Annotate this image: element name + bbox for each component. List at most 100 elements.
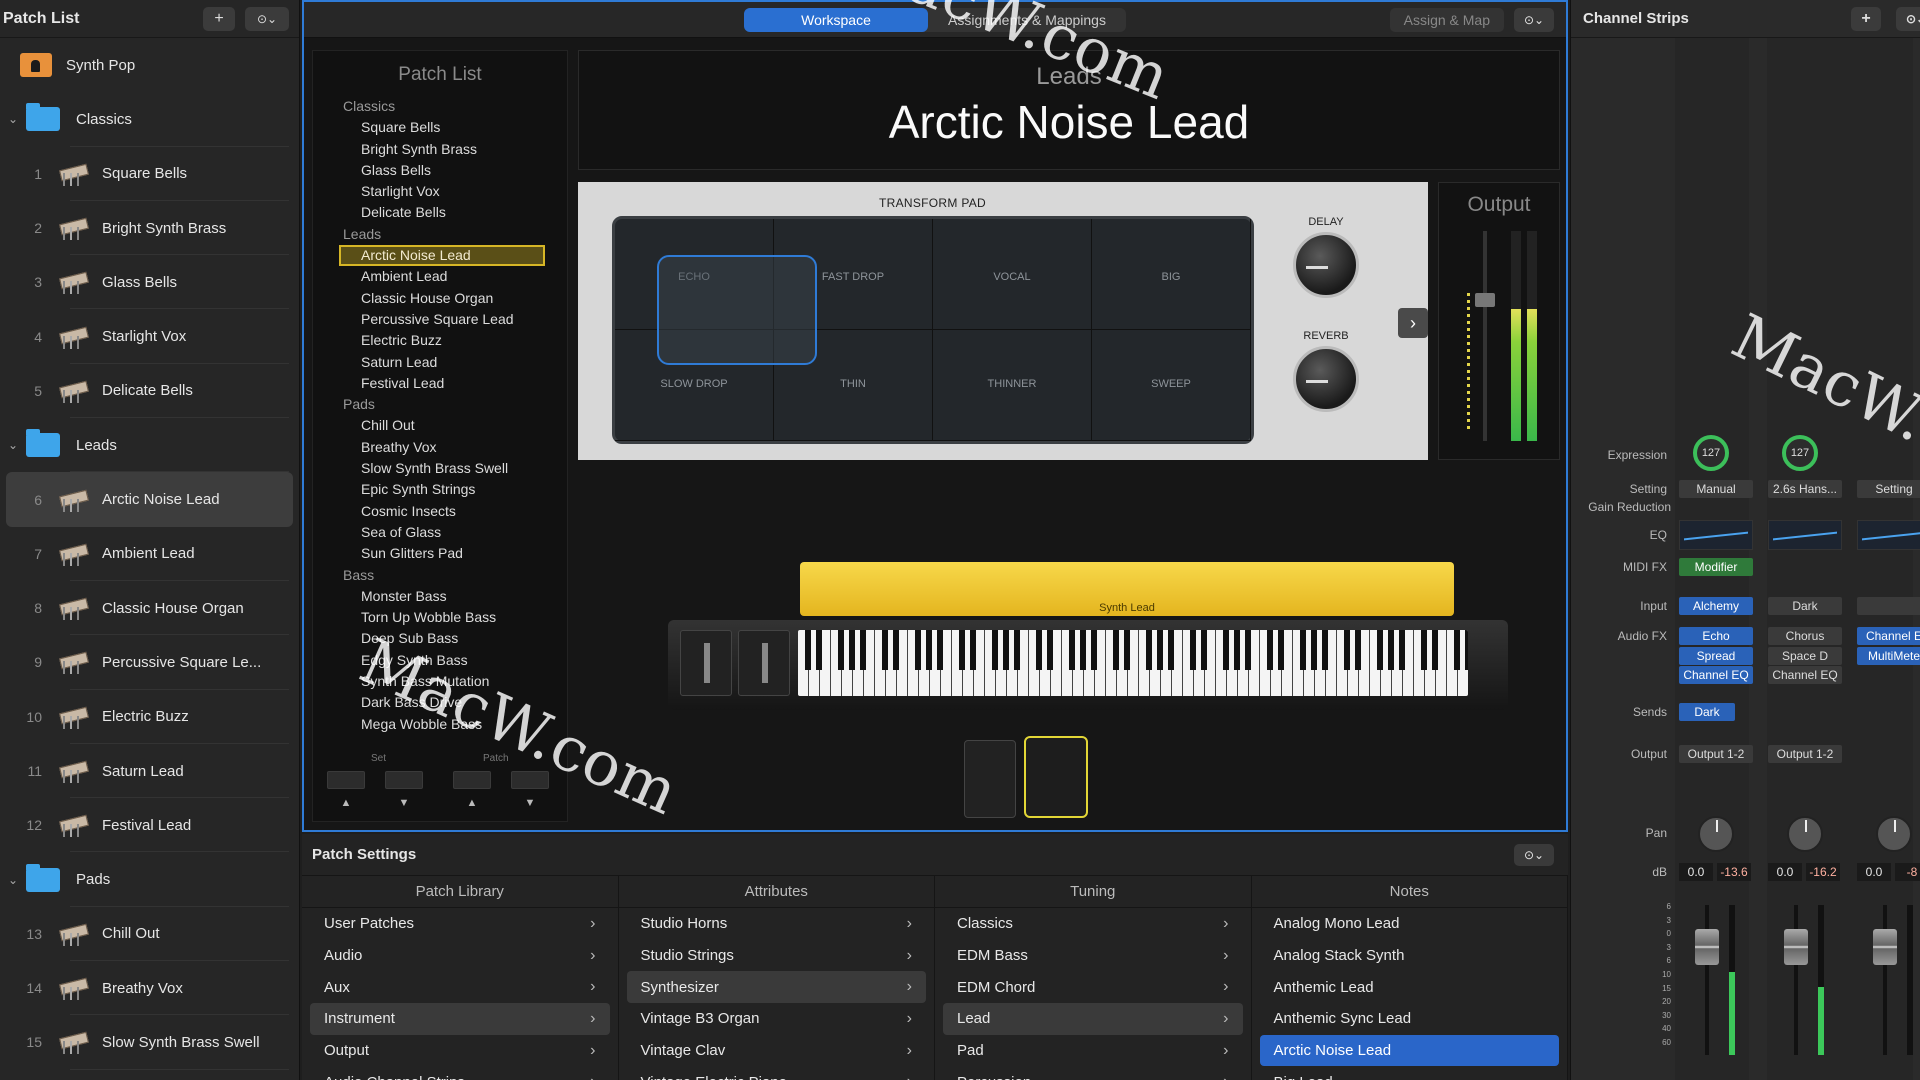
column-item[interactable]: Arctic Noise Lead xyxy=(1259,1034,1559,1067)
column-item[interactable]: Vintage B3 Organ › xyxy=(627,1003,927,1035)
patch-list-item[interactable]: Dark Bass Drive xyxy=(313,692,567,713)
audio-fx-slot[interactable]: MultiMete xyxy=(1857,646,1920,665)
sidebar-patch-item[interactable]: 1 Square Bells xyxy=(0,147,299,201)
sidebar-folder-pads[interactable]: ⌄ Pads xyxy=(0,852,299,907)
sidebar-patch-item[interactable]: 4 Starlight Vox xyxy=(0,309,299,364)
sidebar-patch-item[interactable]: 7 Ambient Lead xyxy=(0,527,299,581)
patch-list-item[interactable]: Torn Up Wobble Bass xyxy=(313,607,567,628)
next-controls-button[interactable]: › xyxy=(1398,308,1428,338)
column-item[interactable]: Audio › xyxy=(310,940,610,972)
patch-list-item[interactable]: Classic House Organ xyxy=(313,288,567,309)
volume-fader-track[interactable] xyxy=(1705,905,1709,1055)
transform-pad[interactable]: ECHO FAST DROP VOCAL BIG SLOW DROP THIN … xyxy=(612,216,1254,444)
setting-button[interactable]: Manual xyxy=(1679,480,1753,498)
patch-list-item[interactable]: Electric Buzz xyxy=(313,330,567,351)
patch-settings-more-button[interactable]: ⊙⌄ xyxy=(1514,844,1554,866)
patch-list-item[interactable]: Mega Wobble Bass xyxy=(313,714,567,735)
sidebar-patch-item[interactable]: 6 Arctic Noise Lead xyxy=(6,472,293,527)
column-item[interactable]: Pad › xyxy=(943,1035,1243,1067)
expression-knob[interactable]: 127 xyxy=(1782,435,1818,471)
pad-cell[interactable]: SWEEP xyxy=(1092,330,1251,441)
reverb-knob[interactable] xyxy=(1293,346,1359,412)
column-item[interactable]: User Patches › xyxy=(310,908,610,940)
column-item[interactable]: Synthesizer › xyxy=(626,971,926,1004)
column-item[interactable]: Anthemic Lead xyxy=(1260,971,1560,1003)
patch-list-item[interactable]: Deep Sub Bass xyxy=(313,628,567,649)
column-item[interactable]: EDM Bass › xyxy=(943,940,1243,972)
expression-pedal[interactable] xyxy=(1024,736,1088,818)
output-fader[interactable] xyxy=(1475,231,1495,441)
patch-list-item[interactable]: Saturn Lead xyxy=(313,352,567,373)
channel-strips-more-button[interactable]: ⊙⌄ xyxy=(1896,7,1920,31)
column-item[interactable]: Output › xyxy=(310,1035,610,1067)
delay-knob[interactable] xyxy=(1293,232,1359,298)
pad-cell[interactable]: BIG xyxy=(1092,219,1251,330)
add-patch-button[interactable]: + xyxy=(203,6,235,31)
eq-display[interactable] xyxy=(1857,520,1920,550)
set-next-button[interactable] xyxy=(385,771,423,789)
patch-list-item[interactable]: Chill Out xyxy=(313,415,567,436)
column-item[interactable]: Instrument › xyxy=(310,1003,610,1035)
patch-list-item[interactable]: Ambient Lead xyxy=(313,266,567,287)
set-up-arrow[interactable]: ▲ xyxy=(327,797,365,809)
audio-fx-slot[interactable]: Spread xyxy=(1679,646,1753,665)
output-slot[interactable]: Output 1-2 xyxy=(1679,745,1753,763)
column-item[interactable]: Classics › xyxy=(943,908,1243,940)
chevron-down-icon[interactable]: ⌄ xyxy=(0,438,26,452)
sidebar-patch-item[interactable]: 12 Festival Lead xyxy=(0,798,299,853)
pan-knob[interactable] xyxy=(1876,816,1912,852)
patch-list-item[interactable]: Sun Glitters Pad xyxy=(313,543,567,564)
patch-list-item[interactable]: Festival Lead xyxy=(313,373,567,394)
chevron-down-icon[interactable]: ⌄ xyxy=(0,873,26,887)
patch-list-item[interactable]: Synth Bass Mutation xyxy=(313,671,567,692)
pan-knob[interactable] xyxy=(1787,816,1823,852)
column-item[interactable]: Big Lead xyxy=(1260,1066,1560,1080)
sidebar-patch-item[interactable]: 11 Saturn Lead xyxy=(0,744,299,799)
column-item[interactable]: Vintage Clav › xyxy=(627,1035,927,1067)
sidebar-patch-item[interactable]: 15 Slow Synth Brass Swell xyxy=(0,1015,299,1070)
patch-list-item[interactable]: Slow Synth Brass Swell xyxy=(313,458,567,479)
column-item[interactable]: Studio Strings › xyxy=(627,940,927,972)
audio-fx-slot[interactable]: Channel EQ xyxy=(1768,666,1842,684)
patch-next-button[interactable] xyxy=(511,771,549,789)
sidebar-patch-item[interactable]: 5 Delicate Bells xyxy=(0,364,299,419)
sustain-pedal[interactable] xyxy=(964,740,1016,818)
audio-fx-slot[interactable]: Space D xyxy=(1768,646,1842,665)
sidebar-patch-item[interactable]: 8 Classic House Organ xyxy=(0,581,299,636)
patch-list-item[interactable]: Edgy Synth Bass xyxy=(313,650,567,671)
output-fader-cap[interactable] xyxy=(1475,293,1495,307)
patch-list-item[interactable]: Percussive Square Lead xyxy=(313,309,567,330)
column-item[interactable]: Audio Channel Strips› xyxy=(310,1066,610,1080)
patch-list-item[interactable]: Cosmic Insects xyxy=(313,501,567,522)
input-slot[interactable] xyxy=(1857,597,1920,615)
patch-list-item[interactable]: Square Bells xyxy=(313,117,567,138)
patch-list-item[interactable]: Glass Bells xyxy=(313,160,567,181)
sidebar-more-button[interactable]: ⊙⌄ xyxy=(245,6,289,31)
audio-fx-slot[interactable]: Channel EQ xyxy=(1679,666,1753,684)
output-slot[interactable]: Output 1-2 xyxy=(1768,745,1842,763)
add-channel-strip-button[interactable]: + xyxy=(1851,7,1881,31)
patch-list-item[interactable]: Delicate Bells xyxy=(313,202,567,223)
patch-list-item[interactable]: Arctic Noise Lead xyxy=(339,245,545,267)
pitch-wheel[interactable] xyxy=(680,630,732,696)
column-item[interactable]: Aux › xyxy=(310,971,610,1003)
sidebar-patch-item[interactable]: 10 Electric Buzz xyxy=(0,690,299,744)
column-item[interactable]: Percussion› xyxy=(943,1066,1243,1080)
sidebar-folder-leads[interactable]: ⌄ Leads xyxy=(0,418,299,473)
column-item[interactable]: Anthemic Sync Lead xyxy=(1260,1003,1560,1035)
column-item[interactable]: Analog Mono Lead xyxy=(1260,908,1560,940)
audio-fx-slot[interactable]: Chorus xyxy=(1768,627,1842,645)
patch-list-item[interactable]: Breathy Vox xyxy=(313,437,567,458)
column-item[interactable]: Lead › xyxy=(943,1003,1243,1035)
pad-cursor[interactable] xyxy=(657,255,817,365)
patch-up-arrow[interactable]: ▲ xyxy=(453,797,491,809)
pan-knob[interactable] xyxy=(1698,816,1734,852)
volume-fader-track[interactable] xyxy=(1794,905,1798,1055)
pad-cell[interactable]: VOCAL xyxy=(933,219,1092,330)
sidebar-patch-item[interactable]: 9 Percussive Square Le... xyxy=(0,635,299,690)
column-item[interactable]: EDM Chord › xyxy=(943,971,1243,1003)
input-slot[interactable]: Dark xyxy=(1768,597,1842,615)
column-item[interactable]: Studio Horns › xyxy=(627,908,927,940)
piano-keys[interactable] xyxy=(798,630,1468,696)
sidebar-patch-item[interactable]: 14 Breathy Vox xyxy=(0,961,299,1016)
